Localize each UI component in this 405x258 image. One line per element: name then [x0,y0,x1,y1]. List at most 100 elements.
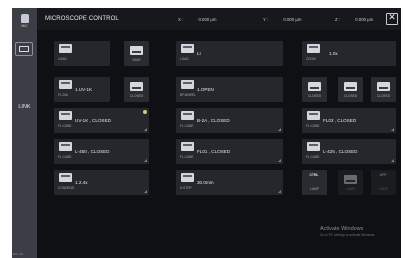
fl-cube-value-3: FL03 , CLOSED [323,118,357,123]
fl-cube-caption-3: FL.CUBE [306,124,320,128]
corner-marker [278,159,281,162]
panel-icon [19,46,29,52]
fl-cube-tile-2[interactable]: B-2A , CLOSED FL.CUBE [176,108,283,133]
shutter-button-3[interactable]: CLOSED [371,77,396,102]
fl-cube-value-5: FL01 , CLOSED [197,149,231,154]
ctrl-lamp-caption: LAMP [310,187,319,191]
y-axis-label: Y : [263,17,269,22]
close-button[interactable]: ✕ [386,13,398,25]
zoom-icon [307,44,320,53]
corner-marker [144,190,147,193]
fl-cube-tile-1[interactable]: UV-1K , CLOSED FL.CUBE [54,108,149,133]
condenser-value: 1.2.4x [75,180,88,185]
x-coordinate-value: 0.000 µm [198,17,217,22]
fl-cube-icon [307,111,320,120]
shutter-icon [377,82,390,91]
y-coordinate: Y : 0.000 µm [263,17,301,22]
shutter-button-1[interactable]: CLOSED [302,77,327,102]
aperture-stop-caption: A.STOP [180,186,192,190]
load-setting-tile[interactable]: LI LOAD [176,41,283,66]
load-setting-caption: LOAD [180,57,189,61]
save-button[interactable]: SAVE [124,41,149,66]
page-title: MICROSCOPE CONTROL [45,16,119,22]
load-caption: LOAD [58,57,67,61]
lamp-off-button[interactable]: OFF LAMP [371,170,396,195]
condenser-caption: CONDENS. [58,186,75,190]
shutter-icon [344,82,357,91]
app-logo-label: MIC [21,24,28,28]
watermark-title: Activate Windows [320,226,364,232]
sidebar-panel-button[interactable] [15,42,33,56]
fl-cube-caption-5: FL.CUBE [180,155,194,159]
save-icon [130,46,143,55]
shutter-icon [308,82,321,91]
fl-cube-tile-6[interactable]: L-425 , CLOSED FL.CUBE [302,139,396,164]
lamp-off-label: OFF [379,173,387,177]
fl-dia-shutter-button[interactable]: CLOSED [124,77,149,102]
corner-marker [144,159,147,162]
sidebar-link-button[interactable]: LINK [12,104,37,110]
lamp-caption-2: LAMP [346,187,355,191]
shutter-button-2[interactable]: CLOSED [338,77,363,102]
corner-marker [278,190,281,193]
lamp-caption-3: LAMP [379,187,388,191]
fl-cube-value-2: B-2A , CLOSED [197,118,230,123]
fl-cube-tile-4[interactable]: L-450 , CLOSED FL.CUBE [54,139,149,164]
aperture-stop-icon [181,173,194,182]
bf-wheel-value: 1.OPEN [197,87,214,92]
fl-cube-icon [307,142,320,151]
zoom-value: 1.0x [329,51,338,56]
ctrl-lamp-button[interactable]: CTRL LAMP [302,170,327,195]
fl-cube-icon [59,142,72,151]
title-bar: MICROSCOPE CONTROL X : 0.000 µm Y : 0.00… [37,8,401,30]
x-axis-label: X : [178,17,184,22]
fl-cube-value-4: L-450 , CLOSED [75,149,110,154]
activate-windows-watermark: Activate Windows Go to PC settings to ac… [320,226,375,237]
fl-cube-tile-3[interactable]: FL03 , CLOSED FL.CUBE [302,108,396,133]
load-setting-value: LI [197,51,201,56]
fl-cube-tile-5[interactable]: FL01 , CLOSED FL.CUBE [176,139,283,164]
sidebar: MIC LINK Dru. Cli [12,8,37,258]
fl-cube-caption-4: FL.CUBE [58,155,72,159]
status-indicator [143,110,147,114]
fl-cube-caption-2: FL.CUBE [180,124,194,128]
fl-cube-icon [181,111,194,120]
main-panel: MICROSCOPE CONTROL X : 0.000 µm Y : 0.00… [37,8,401,258]
corner-marker [391,159,394,162]
z-coordinate-value: 0.000 µm [355,17,374,22]
ctrl-label: CTRL [309,173,319,177]
z-coordinate: Z : 0.000 µm [335,17,373,22]
shutter-caption-3: CLOSED [376,94,391,98]
aperture-stop-tile[interactable]: 30.0mm A.STOP [176,170,283,195]
fl-dia-shutter-caption: CLOSED [129,94,144,98]
sidebar-footer: Dru. Cli [13,252,24,256]
load-button[interactable]: LOAD [54,41,110,66]
fl-cube-icon [181,142,194,151]
fl-cube-value-1: UV-1K , CLOSED [75,118,111,123]
shutter-caption-1: CLOSED [307,94,322,98]
load-setting-icon [181,44,194,53]
condenser-icon [59,173,72,182]
save-caption: SAVE [132,58,141,62]
bf-wheel-tile[interactable]: 1.OPEN BF.WHEEL [176,77,283,102]
bf-wheel-caption: BF.WHEEL [180,93,196,97]
lamp-icon [344,175,357,184]
lamp-button-2[interactable]: LAMP [338,170,363,195]
shutter-icon [130,82,143,91]
screen: MIC LINK Dru. Cli MICROSCOPE CONTROL X :… [0,0,405,258]
fl-dia-tile[interactable]: 1.UV-1K FL.DIA [54,77,110,102]
corner-marker [144,128,147,131]
condenser-tile[interactable]: 1.2.4x CONDENS. [54,170,149,195]
fl-cube-caption-1: FL.CUBE [58,124,72,128]
fl-cube-caption-6: FL.CUBE [306,155,320,159]
zoom-caption: ZOOM [306,57,316,61]
y-coordinate-value: 0.000 µm [283,17,302,22]
zoom-tile[interactable]: 1.0x ZOOM [302,41,396,66]
corner-marker [278,128,281,131]
fl-dia-value: 1.UV-1K [75,87,93,92]
corner-marker [391,128,394,131]
watermark-subtitle: Go to PC settings to activate Windows. [320,233,376,237]
microscope-icon [20,14,29,23]
x-coordinate: X : 0.000 µm [178,17,216,22]
app-logo[interactable]: MIC [16,14,33,34]
